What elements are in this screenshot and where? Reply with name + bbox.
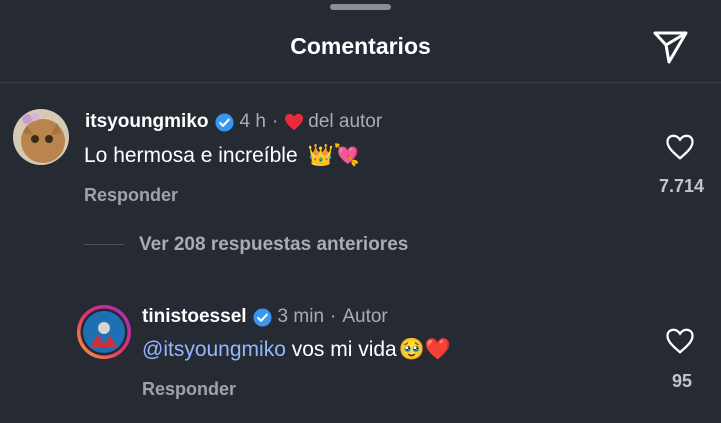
comment-body: Lo hermosa e increíble xyxy=(84,144,298,167)
view-previous-replies[interactable]: Ver 208 respuestas anteriores xyxy=(139,234,408,256)
comment-emoji: 👑💘 xyxy=(307,144,360,167)
like-count: 7.714 xyxy=(658,176,704,196)
drag-handle[interactable] xyxy=(330,4,391,10)
timestamp: 3 min xyxy=(277,306,325,327)
liked-by-author-label: del autor xyxy=(308,111,383,132)
verified-icon xyxy=(214,112,234,132)
page-title: Comentarios xyxy=(290,33,431,59)
heart-outline-icon[interactable] xyxy=(665,133,695,161)
comment-text: Lo hermosa e increíble 👑💘 xyxy=(84,144,360,168)
reply-button[interactable]: Responder xyxy=(142,379,236,400)
reply-button[interactable]: Responder xyxy=(84,185,178,206)
like-count: 95 xyxy=(671,371,692,391)
separator: · xyxy=(271,111,279,132)
heart-filled-icon xyxy=(285,113,304,131)
username[interactable]: tinistoessel xyxy=(142,306,247,328)
comment-emoji: 🥹❤️ xyxy=(398,338,452,361)
story-avatar[interactable] xyxy=(76,304,132,360)
verified-icon xyxy=(253,307,272,327)
comment-meta: itsyoungmiko 4 h · del autor xyxy=(85,111,382,133)
replies-divider xyxy=(84,244,124,245)
separator: · xyxy=(330,306,337,327)
avatar[interactable] xyxy=(13,109,69,165)
author-label: Autor xyxy=(342,306,388,327)
comment-text: @itsyoungmiko vos mi vida 🥹❤️ xyxy=(142,338,451,362)
heart-outline-icon[interactable] xyxy=(665,327,695,355)
send-icon[interactable] xyxy=(652,27,690,65)
mention-link[interactable]: @itsyoungmiko xyxy=(142,338,286,362)
header-divider xyxy=(0,82,721,83)
comment-meta: tinistoessel 3 min · Autor xyxy=(142,306,388,328)
username[interactable]: itsyoungmiko xyxy=(85,111,209,133)
timestamp: 4 h xyxy=(239,111,266,132)
comment-body: vos mi vida xyxy=(285,338,397,361)
